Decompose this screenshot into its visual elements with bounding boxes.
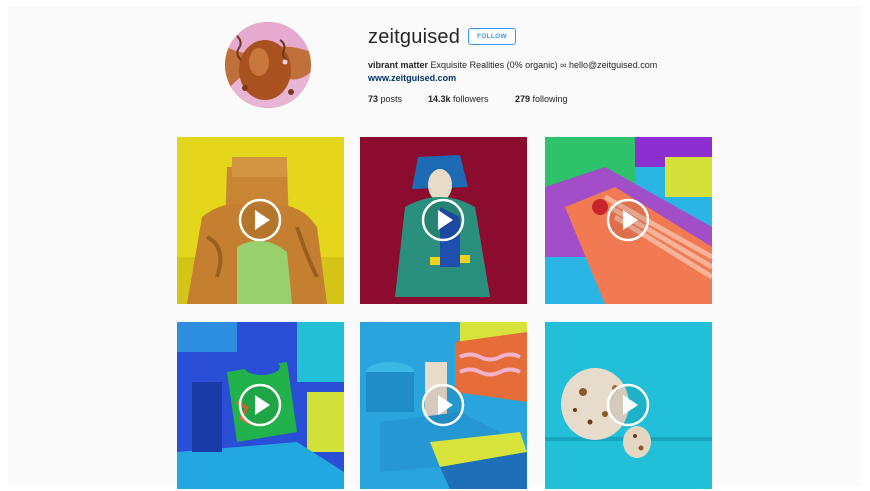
posts-stat: 73 posts (368, 94, 402, 104)
play-icon (238, 198, 282, 242)
play-icon (421, 383, 465, 427)
profile-website-link[interactable]: www.zeitguised.com (368, 73, 456, 83)
post-tile[interactable] (545, 137, 712, 304)
play-icon (238, 383, 282, 427)
play-icon (606, 198, 650, 242)
profile-page: zeitguised FOLLOW vibrant matter Exquisi… (8, 6, 861, 489)
profile-username: zeitguised (368, 26, 461, 48)
following-count: 279 (515, 94, 531, 104)
followers-label: followers (453, 94, 489, 104)
following-label: following (532, 94, 568, 104)
following-stat[interactable]: 279 following (515, 94, 568, 104)
post-tile[interactable] (545, 322, 712, 489)
profile-avatar[interactable] (225, 22, 311, 108)
post-tile[interactable] (177, 137, 344, 304)
play-icon (606, 383, 650, 427)
posts-count: 73 (368, 94, 379, 104)
play-icon (421, 198, 465, 242)
followers-count: 14.3k (428, 94, 451, 104)
avatar-image (225, 22, 311, 108)
follow-button[interactable]: FOLLOW (468, 28, 516, 45)
profile-bio-name: vibrant matter (368, 60, 429, 70)
profile-bio-text: Exquisite Realities (0% organic) ∞ hello… (430, 60, 658, 70)
post-tile[interactable] (360, 322, 527, 489)
followers-stat[interactable]: 14.3k followers (428, 94, 489, 104)
post-tile[interactable] (360, 137, 527, 304)
profile-bio: vibrant matter Exquisite Realities (0% o… (368, 60, 657, 70)
post-tile[interactable] (177, 322, 344, 489)
posts-label: posts (380, 94, 403, 104)
